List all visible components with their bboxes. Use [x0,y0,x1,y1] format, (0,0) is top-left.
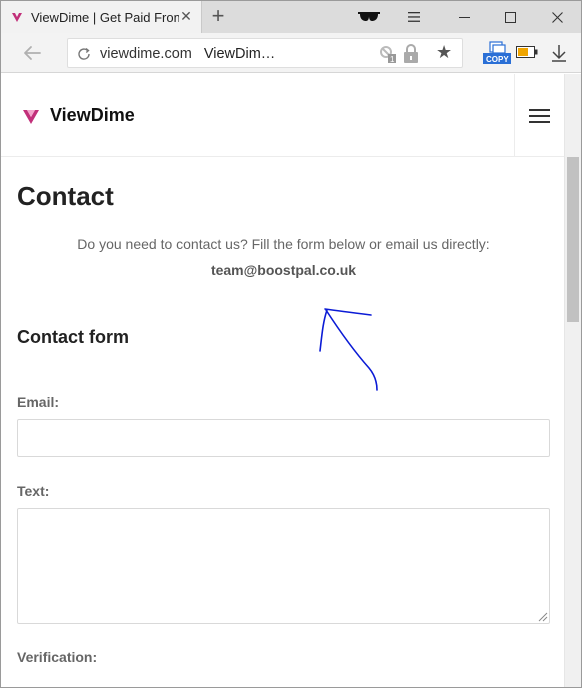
download-icon[interactable] [550,43,568,63]
window-close-button[interactable] [534,1,580,33]
menu-icon [408,12,420,22]
active-tab[interactable]: ViewDime | Get Paid From ✕ [1,1,202,33]
maximize-button[interactable] [487,1,533,33]
viewdime-logo-icon[interactable] [23,110,39,124]
minimize-icon [458,16,470,18]
maximize-icon [504,11,516,23]
url-page-title: ViewDim… [203,46,276,62]
tab-strip: ViewDime | Get Paid From ✕ + [1,1,581,33]
hand-drawn-arrow-annotation [319,308,378,391]
star-icon[interactable]: ★ [436,42,452,62]
window-close-icon [551,11,563,23]
minimize-button[interactable] [441,1,487,33]
plus-icon[interactable]: + [206,5,230,29]
email-field[interactable] [17,419,550,457]
url-text[interactable]: viewdime.com ViewDim… [100,46,275,62]
menu-button[interactable] [391,1,437,33]
favicon-icon [12,13,22,22]
address-bar[interactable]: viewdime.com ViewDim… 1 ★ [67,38,463,68]
brand-name[interactable]: ViewDime [50,105,135,126]
hamburger-menu-icon[interactable] [529,109,550,124]
url-domain: viewdime.com [100,46,192,62]
header-divider [514,74,515,157]
resize-grip-icon[interactable] [538,612,548,622]
reload-icon[interactable] [76,46,92,62]
text-label: Text: [17,483,50,499]
back-arrow-icon[interactable] [21,42,43,64]
svg-text:1: 1 [390,55,395,64]
site-header: ViewDime [1,74,564,157]
email-label: Email: [17,394,60,410]
vertical-scrollbar[interactable] [564,74,581,687]
copy-extension-label: COPY [486,55,509,64]
message-textarea[interactable] [17,508,550,624]
copy-extension-icon[interactable]: COPY [482,41,512,65]
scrollbar-thumb[interactable] [567,157,579,322]
form-heading: Contact form [17,327,129,347]
page-title: Contact [17,181,114,211]
browser-toolbar: viewdime.com ViewDim… 1 ★ COPY [1,33,581,73]
contact-email[interactable]: team@boostpal.co.uk [17,262,550,278]
battery-icon[interactable] [516,46,538,58]
tab-title: ViewDime | Get Paid From [31,9,179,25]
blocked-popup-icon[interactable]: 1 [378,44,428,64]
verification-label: Verification: [17,649,98,665]
incognito-glasses-icon[interactable] [357,10,381,24]
page-viewport: ViewDime Contact Do you need to contact … [1,74,581,687]
intro-text: Do you need to contact us? Fill the form… [77,236,490,252]
browser-window: ViewDime | Get Paid From ✕ + viewdime.co… [0,0,582,688]
close-icon[interactable]: ✕ [179,9,193,23]
